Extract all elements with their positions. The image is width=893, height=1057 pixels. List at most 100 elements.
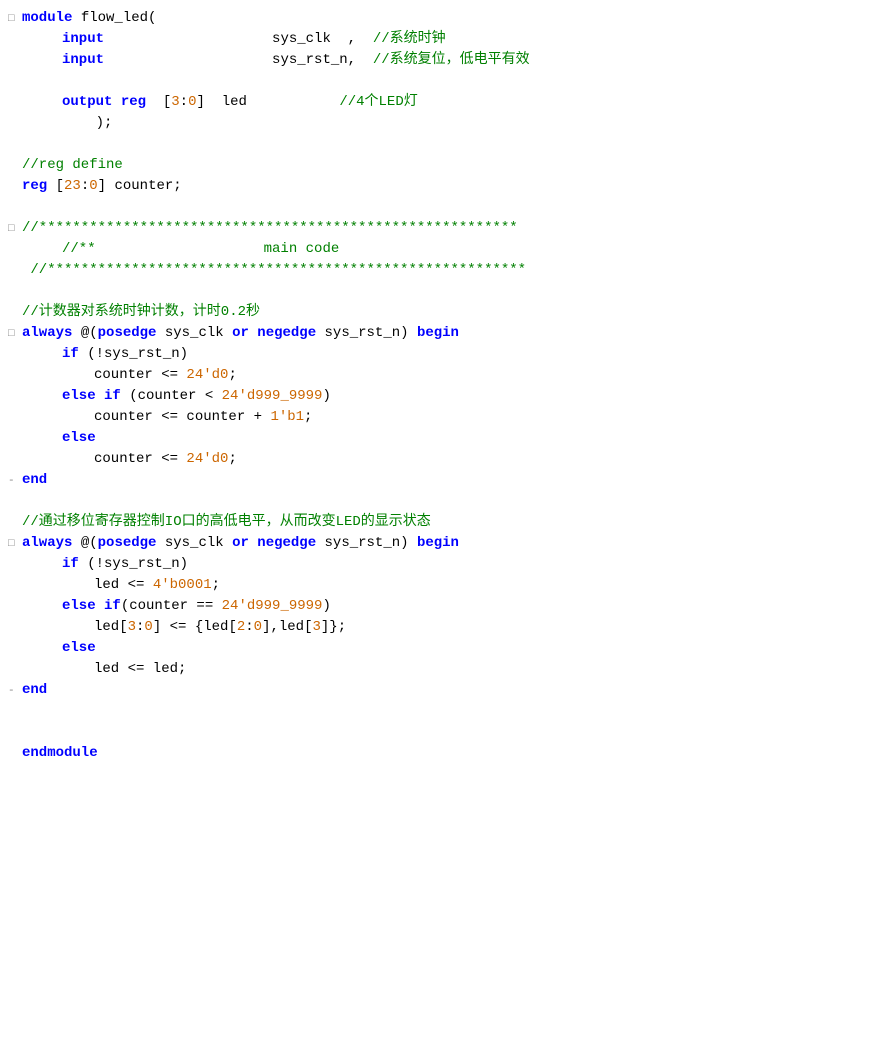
token-kw-black: : (81, 178, 89, 194)
token-kw-black: sys_clk (156, 535, 232, 551)
token-kw-orange: 0 (254, 619, 262, 635)
token-kw-black: flow_led( (72, 10, 156, 26)
code-line: □module flow_led( (0, 8, 893, 29)
token-kw-blue: else (62, 430, 96, 446)
token-kw-orange: 24'd999_9999 (222, 598, 323, 614)
token-kw-black: ],led[ (262, 619, 312, 635)
fold-marker (8, 137, 20, 154)
token-kw-blue: else if (62, 388, 121, 404)
line-content: counter <= 24'd0; (22, 449, 885, 470)
code-line: led <= 4'b0001; (0, 575, 893, 596)
fold-marker (8, 116, 20, 133)
token-kw-blue: reg (22, 178, 47, 194)
token-kw-orange: 23 (64, 178, 81, 194)
token-kw-black: ; (304, 409, 312, 425)
line-content: reg [23:0] counter; (22, 176, 885, 197)
token-kw-blue: endmodule (22, 745, 98, 761)
token-kw-blue: input (62, 31, 104, 47)
line-content: else if(counter == 24'd999_9999) (22, 596, 885, 617)
token-kw-black: counter <= (94, 451, 186, 467)
code-line: □//*************************************… (0, 218, 893, 239)
token-kw-black: ] counter; (98, 178, 182, 194)
code-line (0, 71, 893, 92)
fold-marker[interactable]: - (8, 473, 20, 490)
token-kw-orange: 0 (89, 178, 97, 194)
token-kw-black: (!sys_rst_n) (79, 346, 188, 362)
fold-marker (8, 368, 20, 385)
line-content: else (22, 428, 885, 449)
code-line: □always @(posedge sys_clk or negedge sys… (0, 533, 893, 554)
code-line: ); (0, 113, 893, 134)
token-kw-black: ; (228, 451, 236, 467)
code-line: //通过移位寄存器控制IO口的高低电平，从而改变LED的显示状态 (0, 512, 893, 533)
token-kw-black: ) (322, 598, 330, 614)
code-line: reg [23:0] counter; (0, 176, 893, 197)
token-kw-comment-green: //4个LED灯 (339, 94, 417, 110)
token-kw-black: ]}; (321, 619, 355, 635)
code-line: input sys_clk , //系统时钟 (0, 29, 893, 50)
line-content: //**************************************… (22, 260, 885, 281)
fold-marker (8, 662, 20, 679)
token-kw-orange: 3 (128, 619, 136, 635)
token-kw-black: led <= led; (94, 661, 186, 677)
line-content: module flow_led( (22, 8, 885, 29)
fold-marker (8, 431, 20, 448)
code-line: //** main code (0, 239, 893, 260)
fold-marker (8, 305, 20, 322)
fold-marker (8, 746, 20, 763)
fold-marker (8, 74, 20, 91)
code-line (0, 491, 893, 512)
fold-marker (8, 242, 20, 259)
code-line: if (!sys_rst_n) (0, 344, 893, 365)
token-kw-comment-green: //系统时钟 (373, 31, 446, 47)
fold-marker[interactable]: □ (8, 11, 20, 28)
fold-marker[interactable]: - (8, 683, 20, 700)
token-kw-black: sys_clk (156, 325, 232, 341)
token-kw-black: sys_rst_n, (104, 52, 373, 68)
line-content: //reg define (22, 155, 885, 176)
token-kw-black: ) (322, 388, 330, 404)
fold-marker[interactable]: □ (8, 221, 20, 238)
line-content (22, 281, 885, 302)
fold-marker (8, 641, 20, 658)
code-line (0, 701, 893, 722)
line-content: ); (22, 113, 885, 134)
token-kw-blue: reg (121, 94, 146, 110)
line-content: input sys_clk , //系统时钟 (22, 29, 885, 50)
fold-marker (8, 95, 20, 112)
code-line: counter <= 24'd0; (0, 449, 893, 470)
fold-marker (8, 32, 20, 49)
line-content (22, 71, 885, 92)
line-content: endmodule (22, 743, 885, 764)
line-content: //计数器对系统时钟计数，计时0.2秒 (22, 302, 885, 323)
token-kw-blue: or (232, 535, 249, 551)
code-line: else if (counter < 24'd999_9999) (0, 386, 893, 407)
token-kw-comment-green: //系统复位，低电平有效 (373, 52, 530, 68)
token-kw-comment-green: //计数器对系统时钟计数，计时0.2秒 (22, 304, 260, 320)
token-kw-black (146, 94, 163, 110)
fold-marker (8, 347, 20, 364)
token-kw-black: counter <= (94, 367, 186, 383)
code-line: //reg define (0, 155, 893, 176)
line-content: else (22, 638, 885, 659)
code-line: -end (0, 680, 893, 701)
token-kw-black: ] <= {led[ (153, 619, 237, 635)
line-content: if (!sys_rst_n) (22, 554, 885, 575)
token-kw-blue: if (62, 556, 79, 572)
token-kw-black: ; (212, 577, 220, 593)
fold-marker[interactable]: □ (8, 536, 20, 553)
line-content: end (22, 680, 885, 701)
code-line: counter <= counter + 1'b1; (0, 407, 893, 428)
fold-marker (8, 578, 20, 595)
code-line: counter <= 24'd0; (0, 365, 893, 386)
fold-marker[interactable]: □ (8, 326, 20, 343)
code-line: //计数器对系统时钟计数，计时0.2秒 (0, 302, 893, 323)
code-line: output reg [3:0] led //4个LED灯 (0, 92, 893, 113)
token-kw-blue: posedge (98, 325, 157, 341)
line-content (22, 197, 885, 218)
token-kw-black (112, 94, 120, 110)
token-kw-black: sys_clk , (104, 31, 373, 47)
token-kw-comment-green: //**************************************… (22, 220, 518, 236)
token-kw-blue: end (22, 472, 47, 488)
token-kw-black: [ (47, 178, 64, 194)
